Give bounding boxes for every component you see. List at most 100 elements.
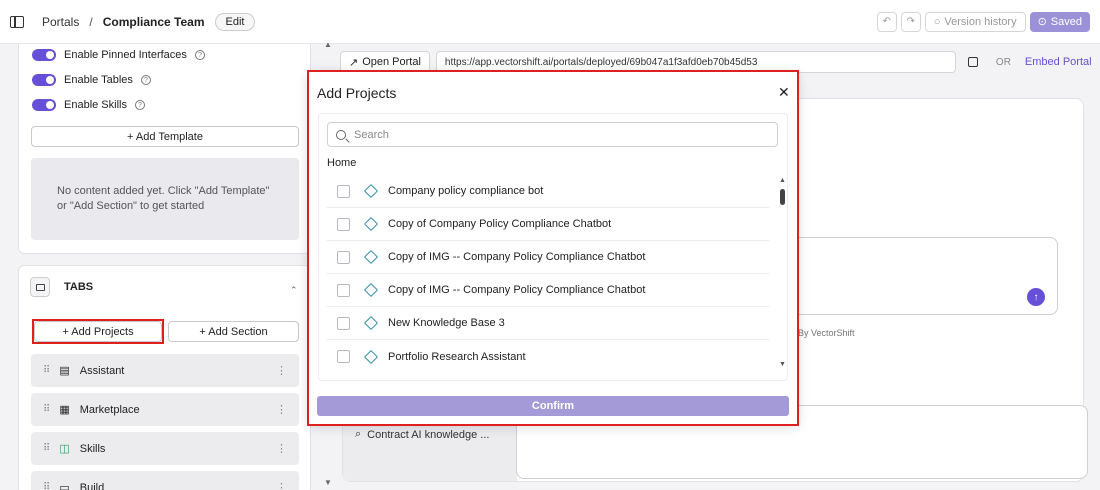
edit-button[interactable]: Edit bbox=[214, 12, 256, 31]
message-icon: ▤ bbox=[59, 365, 70, 377]
list-item[interactable]: Copy of Company Policy Compliance Chatbo… bbox=[327, 208, 769, 241]
version-history-label: Version history bbox=[944, 15, 1017, 28]
project-icon bbox=[363, 249, 379, 265]
project-icon bbox=[363, 216, 379, 232]
tab-item-build[interactable]: ⠿ ▭ Build ⋮ bbox=[31, 471, 299, 490]
open-portal-label: Open Portal bbox=[362, 56, 421, 68]
help-icon[interactable]: ? bbox=[140, 75, 151, 85]
list-item[interactable]: Portfolio Research Assistant bbox=[327, 340, 769, 373]
saved-button[interactable]: ⊙ Saved bbox=[1029, 11, 1090, 32]
kebab-menu-icon[interactable]: ⋮ bbox=[276, 403, 287, 416]
project-icon bbox=[363, 183, 379, 199]
chevron-up-icon[interactable]: ⌃ bbox=[290, 285, 298, 296]
kebab-menu-icon[interactable]: ⋮ bbox=[276, 481, 287, 490]
drag-handle-icon[interactable]: ⠿ bbox=[43, 404, 50, 415]
add-section-button[interactable]: + Add Section bbox=[168, 321, 299, 342]
confirm-button[interactable]: Confirm bbox=[317, 396, 789, 416]
drag-handle-icon[interactable]: ⠿ bbox=[43, 443, 50, 454]
highlight-add-projects bbox=[32, 319, 164, 344]
tab-item-label: Build bbox=[79, 481, 105, 490]
checkbox[interactable] bbox=[337, 316, 350, 330]
project-icon bbox=[363, 282, 379, 298]
book-icon: ◫ bbox=[59, 443, 70, 455]
tab-item-label: Marketplace bbox=[79, 403, 140, 416]
tab-item-marketplace[interactable]: ⠿ ▦ Marketplace ⋮ bbox=[31, 393, 299, 426]
project-name: Copy of Company Policy Compliance Chatbo… bbox=[388, 218, 612, 230]
tabs-header[interactable]: TABS bbox=[30, 277, 93, 297]
send-button[interactable]: ↑ bbox=[1027, 288, 1045, 306]
toggle-label: Enable Pinned Interfaces bbox=[64, 49, 187, 61]
toggle-skills[interactable]: Enable Skills ? bbox=[32, 99, 145, 111]
checkbox[interactable] bbox=[337, 350, 350, 363]
top-bar: Portals / Compliance Team Edit ↶ ↷ ○ Ver… bbox=[0, 0, 1100, 44]
drag-handle-icon[interactable]: ⠿ bbox=[43, 365, 50, 376]
list-item[interactable]: Copy of IMG -- Company Policy Compliance… bbox=[327, 241, 769, 274]
toggle-switch[interactable] bbox=[32, 49, 56, 61]
redo-button[interactable]: ↷ bbox=[900, 11, 921, 32]
add-template-button[interactable]: + Add Template bbox=[31, 126, 299, 147]
help-icon[interactable]: ? bbox=[134, 100, 145, 110]
copy-icon[interactable] bbox=[967, 57, 978, 67]
search-placeholder: Search bbox=[354, 128, 389, 141]
tabs-label: TABS bbox=[64, 281, 94, 293]
breadcrumb-current: Compliance Team bbox=[102, 14, 205, 29]
project-name: Copy of IMG -- Company Policy Compliance… bbox=[388, 284, 646, 296]
drag-handle-icon[interactable]: ⠿ bbox=[43, 482, 50, 490]
project-icon bbox=[363, 315, 379, 331]
scroll-down-icon[interactable]: ▼ bbox=[324, 478, 332, 487]
list-scroll-down-icon[interactable]: ▼ bbox=[779, 361, 786, 368]
tab-item-skills[interactable]: ⠿ ◫ Skills ⋮ bbox=[31, 432, 299, 465]
breadcrumb-portals[interactable]: Portals bbox=[42, 15, 79, 29]
help-icon[interactable]: ? bbox=[194, 50, 205, 60]
search-icon: ⌕ bbox=[355, 428, 362, 440]
toggle-pinned-interfaces[interactable]: Enable Pinned Interfaces ? bbox=[32, 49, 205, 61]
empty-state-text: No content added yet. Click "Add Templat… bbox=[57, 185, 270, 212]
project-name: New Knowledge Base 3 bbox=[388, 317, 505, 329]
version-history-button[interactable]: ○ Version history bbox=[924, 11, 1026, 32]
embed-portal-link[interactable]: Embed Portal bbox=[1025, 56, 1092, 68]
search-input[interactable]: Search bbox=[327, 122, 778, 147]
clock-icon: ○ bbox=[933, 15, 941, 28]
window-icon bbox=[30, 277, 50, 297]
kb-item-label: Contract AI knowledge ... bbox=[367, 428, 490, 441]
project-name: Portfolio Research Assistant bbox=[388, 350, 526, 363]
redo-icon: ↷ bbox=[906, 16, 915, 27]
project-name: Company policy compliance bot bbox=[388, 185, 544, 197]
toggle-switch[interactable] bbox=[32, 74, 56, 86]
open-portal-button[interactable]: ↗ Open Portal bbox=[340, 51, 430, 73]
undo-button[interactable]: ↶ bbox=[876, 11, 897, 32]
toggle-tables[interactable]: Enable Tables ? bbox=[32, 74, 151, 86]
checkbox[interactable] bbox=[337, 184, 350, 198]
add-projects-modal: Add Projects ✕ Search Home Company polic… bbox=[308, 71, 798, 425]
sidebar-toggle-icon[interactable] bbox=[10, 15, 24, 28]
arrow-up-icon: ↑ bbox=[1033, 291, 1039, 303]
list-item[interactable]: Copy of IMG -- Company Policy Compliance… bbox=[327, 274, 769, 307]
tab-item-label: Assistant bbox=[79, 364, 125, 377]
toggle-label: Enable Tables bbox=[64, 74, 133, 86]
toggle-label: Enable Skills bbox=[64, 99, 127, 111]
list-scrollbar-thumb[interactable] bbox=[780, 189, 785, 205]
external-link-icon: ↗ bbox=[349, 56, 359, 69]
toggle-switch[interactable] bbox=[32, 99, 56, 111]
project-icon bbox=[363, 349, 379, 364]
checkbox[interactable] bbox=[337, 250, 350, 264]
kebab-menu-icon[interactable]: ⋮ bbox=[276, 442, 287, 455]
powered-by-label: By VectorShift bbox=[798, 328, 855, 338]
tab-item-assistant[interactable]: ⠿ ▤ Assistant ⋮ bbox=[31, 354, 299, 387]
close-icon[interactable]: ✕ bbox=[778, 84, 790, 101]
project-list: Company policy compliance bot Copy of Co… bbox=[327, 175, 769, 373]
kebab-menu-icon[interactable]: ⋮ bbox=[276, 364, 287, 377]
list-item[interactable]: New Knowledge Base 3 bbox=[327, 307, 769, 340]
folder-icon: ▭ bbox=[59, 482, 70, 490]
check-circle-icon: ⊙ bbox=[1037, 16, 1047, 28]
checkbox[interactable] bbox=[337, 283, 350, 297]
saved-label: Saved bbox=[1050, 15, 1082, 28]
portal-url-field[interactable]: https://app.vectorshift.ai/portals/deplo… bbox=[435, 51, 956, 73]
kb-list-item[interactable]: ⌕ Contract AI knowledge ... bbox=[355, 428, 489, 441]
search-icon bbox=[336, 129, 346, 140]
scroll-up-icon[interactable]: ▲ bbox=[324, 40, 332, 49]
checkbox[interactable] bbox=[337, 217, 350, 231]
list-item[interactable]: Company policy compliance bot bbox=[327, 175, 769, 208]
tab-item-label: Skills bbox=[79, 442, 106, 455]
list-scroll-up-icon[interactable]: ▲ bbox=[779, 177, 786, 184]
